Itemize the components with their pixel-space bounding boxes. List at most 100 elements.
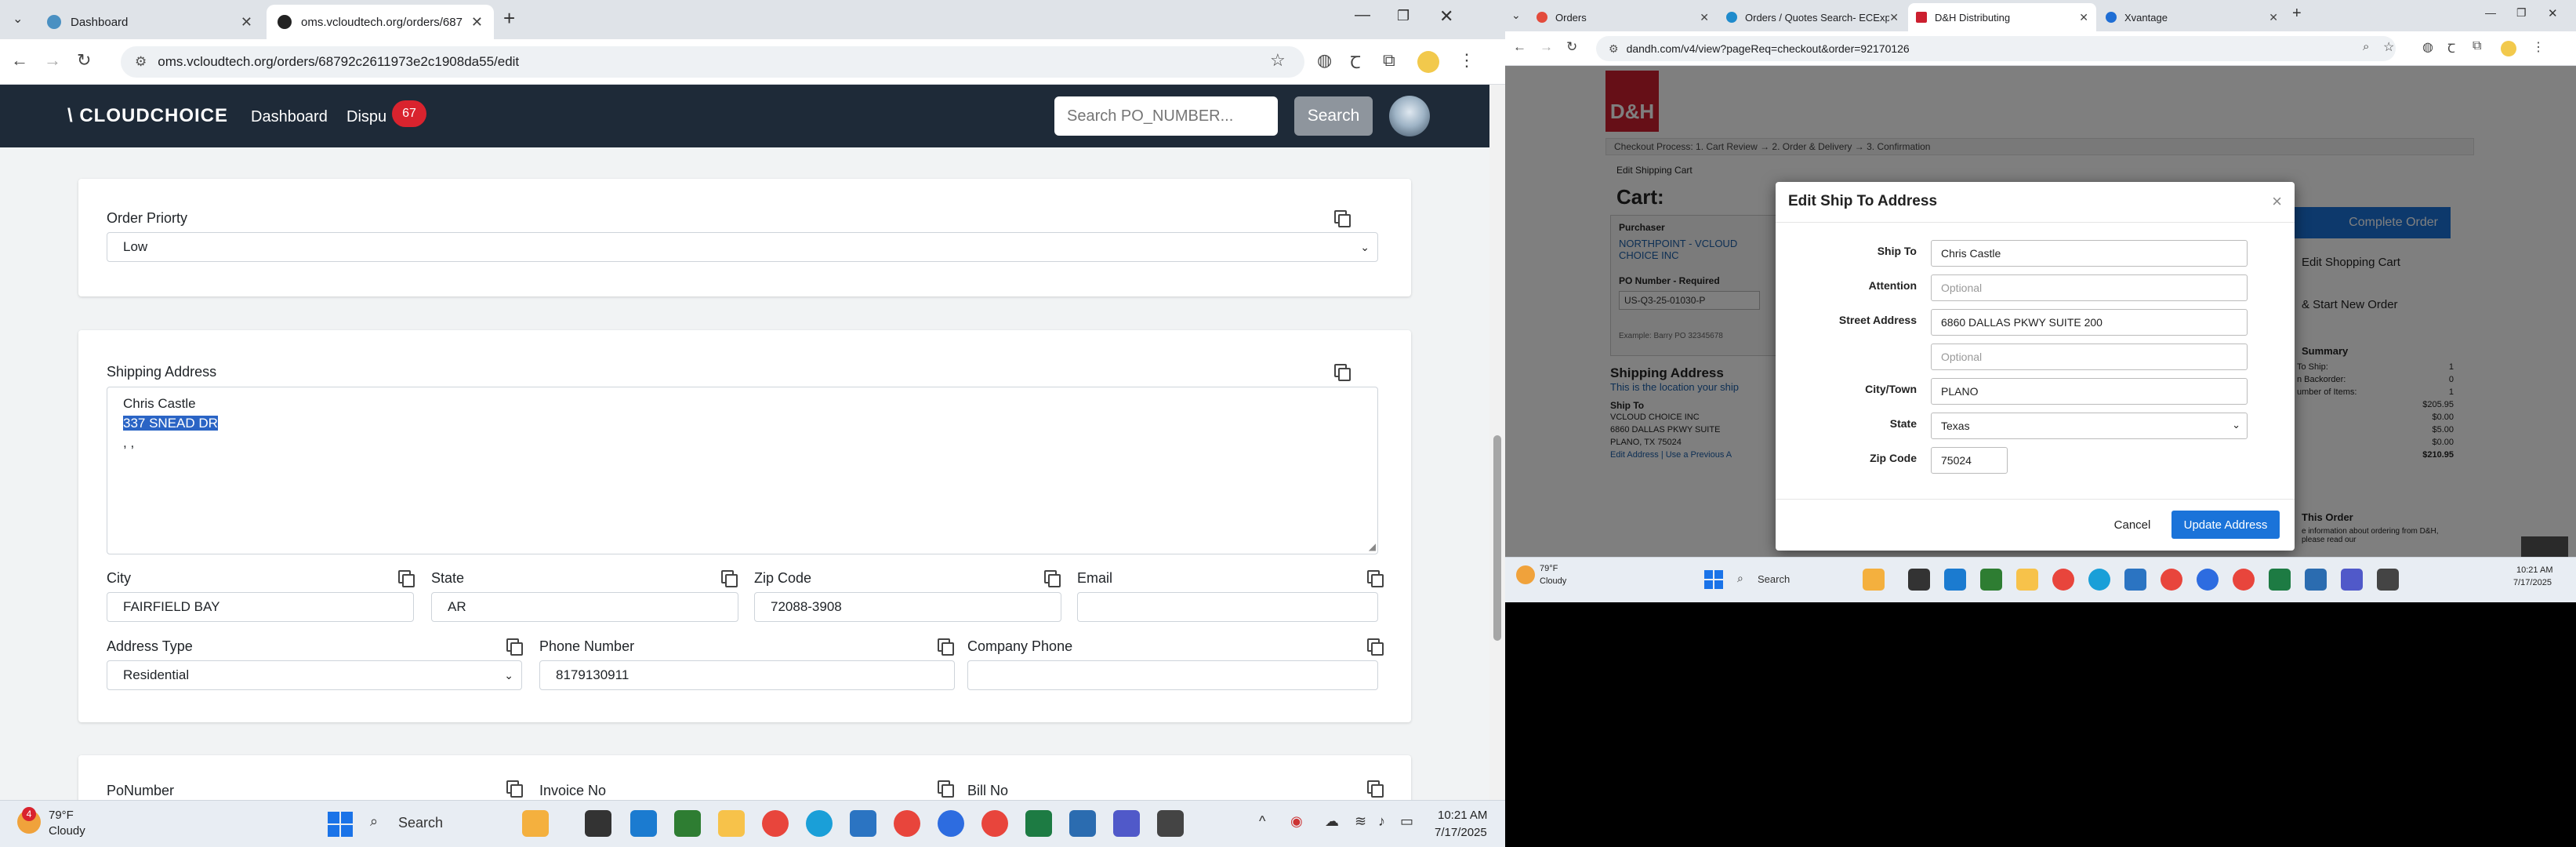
copy-icon[interactable] bbox=[721, 570, 738, 587]
copy-icon[interactable] bbox=[1334, 364, 1351, 381]
zip-code-input[interactable]: 75024 bbox=[1931, 447, 2008, 474]
reading-icon[interactable]: Ꞇ bbox=[2447, 39, 2455, 56]
zoom-icon[interactable] bbox=[938, 810, 964, 837]
file-explorer-icon[interactable] bbox=[718, 810, 745, 837]
attention-input[interactable]: Optional bbox=[1931, 274, 2248, 301]
extensions-puzzle-icon[interactable]: ⧉ bbox=[1383, 50, 1395, 71]
state-input[interactable]: AR bbox=[431, 592, 738, 622]
shipping-address-textarea[interactable]: Chris Castle 337 SNEAD DR , , ◢ bbox=[107, 387, 1378, 554]
tray-chevron-icon[interactable]: ^ bbox=[1259, 813, 1265, 830]
reload-icon[interactable]: ↻ bbox=[77, 50, 91, 71]
volume-icon[interactable]: ♪ bbox=[1378, 813, 1385, 830]
forward-arrow-icon[interactable]: → bbox=[44, 50, 61, 71]
cancel-button[interactable]: Cancel bbox=[2105, 511, 2160, 539]
site-info-icon[interactable]: ⚙ bbox=[1609, 42, 1619, 56]
app-icon[interactable] bbox=[1069, 810, 1096, 837]
street-address-2-input[interactable]: Optional bbox=[1931, 344, 2248, 370]
edge-icon[interactable] bbox=[2088, 569, 2110, 591]
restore-window-icon[interactable]: ❐ bbox=[2516, 6, 2527, 20]
chrome-icon[interactable] bbox=[762, 810, 789, 837]
copy-icon[interactable] bbox=[506, 638, 523, 656]
app-icon[interactable] bbox=[1157, 810, 1184, 837]
address-type-select[interactable]: Residential ⌄ bbox=[107, 660, 522, 690]
clock-time[interactable]: 10:21 AM bbox=[2516, 565, 2552, 575]
extension-icon[interactable]: ◍ bbox=[2422, 39, 2433, 55]
taskbar-search[interactable]: Search bbox=[1758, 573, 1790, 585]
browser-menu-icon[interactable]: ⋮ bbox=[2532, 39, 2545, 55]
close-tab-icon[interactable]: ✕ bbox=[2269, 11, 2278, 24]
phone-input[interactable]: 8179130911 bbox=[539, 660, 955, 690]
page-scrollbar-thumb[interactable] bbox=[1493, 435, 1501, 641]
forward-arrow-icon[interactable]: → bbox=[1540, 39, 1553, 55]
calculator-icon[interactable] bbox=[674, 810, 701, 837]
browser-tab-quotes[interactable]: Orders / Quotes Search- ECExp ✕ bbox=[1718, 3, 1907, 31]
chrome-profile-icon[interactable] bbox=[981, 810, 1008, 837]
tray-app-icon[interactable]: ◉ bbox=[1290, 813, 1303, 830]
app-icon[interactable] bbox=[1944, 569, 1966, 591]
po-search-input[interactable] bbox=[1054, 96, 1278, 136]
nav-dashboard[interactable]: Dashboard bbox=[251, 108, 328, 126]
new-tab-button[interactable]: + bbox=[2292, 5, 2302, 23]
browser-menu-icon[interactable]: ⋮ bbox=[1458, 50, 1475, 71]
app-icon[interactable] bbox=[2377, 569, 2399, 591]
zip-input[interactable]: 72088-3908 bbox=[754, 592, 1061, 622]
file-explorer-icon[interactable] bbox=[2016, 569, 2038, 591]
address-bar[interactable]: ⚙ dandh.com/v4/view?pageReq=checkout&ord… bbox=[1596, 36, 2396, 61]
outlook-icon[interactable] bbox=[850, 810, 876, 837]
chrome-profile-icon[interactable] bbox=[2161, 569, 2182, 591]
taskbar-search[interactable]: Search bbox=[398, 815, 443, 831]
browser-tab-order-edit[interactable]: oms.vcloudtech.org/orders/687 ✕ bbox=[267, 5, 494, 39]
copy-icon[interactable] bbox=[1044, 570, 1061, 587]
close-icon[interactable]: × bbox=[2272, 191, 2282, 212]
app-icon[interactable] bbox=[630, 810, 657, 837]
widget-icon[interactable] bbox=[1863, 569, 1885, 591]
order-priority-select[interactable]: Low ⌄ bbox=[107, 232, 1378, 262]
restore-window-icon[interactable]: ❐ bbox=[1397, 8, 1410, 24]
resize-handle-icon[interactable]: ◢ bbox=[1369, 541, 1376, 552]
copy-icon[interactable] bbox=[1367, 780, 1384, 798]
back-arrow-icon[interactable]: ← bbox=[1513, 39, 1526, 55]
minimize-window-icon[interactable]: — bbox=[2485, 6, 2496, 19]
calculator-icon[interactable] bbox=[1980, 569, 2002, 591]
zoom-icon[interactable]: ⌕ bbox=[2363, 40, 2369, 53]
chrome-profile-icon[interactable] bbox=[2233, 569, 2255, 591]
street-address-input[interactable]: 6860 DALLAS PKWY SUITE 200 bbox=[1931, 309, 2248, 336]
edge-icon[interactable] bbox=[806, 810, 833, 837]
reading-icon[interactable]: Ꞇ bbox=[1350, 50, 1361, 74]
copy-icon[interactable] bbox=[1334, 210, 1351, 227]
clock-time[interactable]: 10:21 AM bbox=[1438, 809, 1487, 822]
state-select[interactable]: Texas ⌄ bbox=[1931, 413, 2248, 439]
browser-tab-orders[interactable]: Orders ✕ bbox=[1529, 3, 1717, 31]
search-button[interactable]: Search bbox=[1294, 96, 1373, 136]
bookmark-star-icon[interactable]: ☆ bbox=[2383, 39, 2394, 55]
wifi-icon[interactable]: ≋ bbox=[1355, 813, 1366, 830]
close-tab-icon[interactable]: ✕ bbox=[2079, 11, 2088, 24]
browser-tab-xvantage[interactable]: Xvantage ✕ bbox=[2098, 3, 2286, 31]
address-bar[interactable]: ⚙ oms.vcloudtech.org/orders/68792c261197… bbox=[121, 46, 1304, 78]
app-icon[interactable] bbox=[2305, 569, 2327, 591]
excel-icon[interactable] bbox=[1025, 810, 1052, 837]
email-input[interactable] bbox=[1077, 592, 1378, 622]
copy-icon[interactable] bbox=[1367, 570, 1384, 587]
copy-icon[interactable] bbox=[398, 570, 415, 587]
app-icon[interactable] bbox=[585, 810, 611, 837]
weather-icon[interactable] bbox=[1516, 565, 1535, 584]
minimize-window-icon[interactable]: — bbox=[1355, 6, 1370, 24]
copy-icon[interactable] bbox=[506, 780, 523, 798]
user-avatar[interactable] bbox=[1389, 96, 1430, 136]
chrome-profile-icon[interactable] bbox=[894, 810, 920, 837]
nav-disputes[interactable]: Dispu bbox=[346, 108, 386, 126]
teams-icon[interactable] bbox=[2341, 569, 2363, 591]
profile-icon[interactable] bbox=[1417, 51, 1439, 73]
tray-app-icon[interactable]: ☁ bbox=[1325, 813, 1339, 830]
tab-search-chevron-icon[interactable]: ⌄ bbox=[1511, 9, 1521, 22]
copy-icon[interactable] bbox=[1367, 638, 1384, 656]
close-tab-icon[interactable]: ✕ bbox=[1889, 11, 1899, 24]
widget-icon[interactable] bbox=[522, 810, 549, 837]
profile-icon[interactable] bbox=[2501, 41, 2516, 56]
city-input[interactable]: FAIRFIELD BAY bbox=[107, 592, 414, 622]
windows-start-icon[interactable] bbox=[1704, 570, 1723, 589]
clock-date[interactable]: 7/17/2025 bbox=[1435, 826, 1487, 839]
extensions-puzzle-icon[interactable]: ⧉ bbox=[2473, 39, 2481, 53]
tab-search-chevron-icon[interactable]: ⌄ bbox=[13, 11, 23, 27]
